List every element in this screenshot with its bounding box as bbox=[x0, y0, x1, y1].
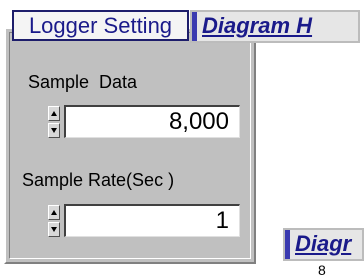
bottom-partial-text: 8 bbox=[318, 262, 326, 278]
sample-data-field[interactable]: 8,000 bbox=[64, 105, 240, 138]
diagram-tab-partial[interactable]: Diagr bbox=[283, 228, 364, 261]
sample-rate-stepper[interactable] bbox=[48, 203, 62, 239]
panel-title: Logger Setting bbox=[12, 10, 189, 41]
spin-up-icon[interactable] bbox=[48, 205, 60, 220]
sample-rate-field[interactable]: 1 bbox=[64, 204, 240, 237]
diagram-h-tab[interactable]: Diagram H bbox=[190, 10, 360, 43]
spin-down-icon[interactable] bbox=[48, 123, 60, 138]
sample-data-stepper[interactable] bbox=[48, 104, 62, 140]
sample-data-label: Sample Data bbox=[28, 72, 138, 92]
logger-setting-panel: Sample Data 8,000 Sample Rate(Sec ) 1 bbox=[4, 27, 256, 264]
spin-down-icon[interactable] bbox=[48, 222, 60, 237]
sample-rate-label: Sample Rate(Sec ) bbox=[22, 170, 175, 190]
spin-up-icon[interactable] bbox=[48, 106, 60, 121]
